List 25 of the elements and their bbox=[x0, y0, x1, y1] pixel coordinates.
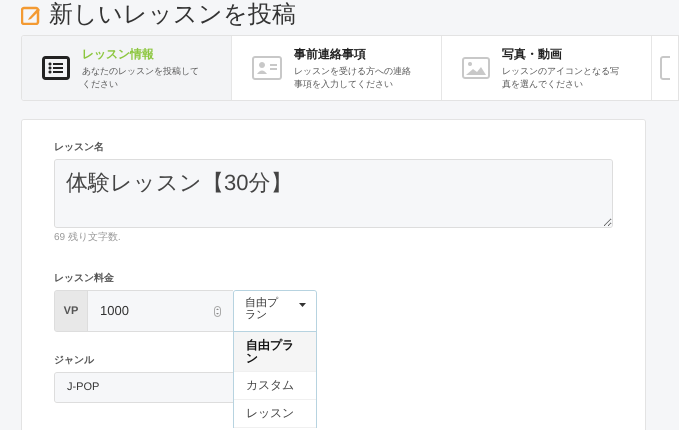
step-title: 写真・動画 bbox=[502, 46, 563, 63]
lesson-name-field[interactable]: 体験レッスン【30分】 bbox=[54, 159, 613, 228]
price-value: 1000 bbox=[100, 302, 129, 320]
step-description: レッスンのアイコンとなる写真を選んでください bbox=[502, 65, 620, 91]
step-description: あなたのレッスンを投稿してください bbox=[82, 65, 200, 91]
caret-icon bbox=[299, 303, 306, 307]
document-icon bbox=[660, 56, 670, 80]
dropdown-option[interactable]: 自由プラン bbox=[234, 332, 316, 372]
list-icon bbox=[42, 56, 70, 80]
image-icon bbox=[462, 57, 490, 79]
field-label: レッスン料金 bbox=[54, 272, 114, 286]
currency-addon: VP bbox=[54, 290, 88, 332]
page-title: 新しいレッスンを投稿 bbox=[49, 3, 296, 27]
step-tab[interactable]: レッスン情報 あなたのレッスンを投稿してください bbox=[22, 36, 232, 100]
step-title: レッスン情報 bbox=[82, 46, 155, 63]
step-title: 事前連絡事項 bbox=[294, 46, 367, 63]
character-counter: 69 残り文字数. bbox=[54, 230, 122, 245]
edit-icon bbox=[21, 5, 41, 25]
field-label: ジャンル bbox=[54, 354, 94, 368]
step-description: レッスンを受ける方への連絡事項を入力してください bbox=[294, 65, 412, 91]
price-field[interactable]: 1000 bbox=[88, 290, 233, 332]
field-label: レッスン名 bbox=[54, 140, 104, 155]
plan-select[interactable]: 自由プラン bbox=[233, 290, 317, 332]
contact-card-icon bbox=[252, 56, 282, 80]
spinner-icon[interactable] bbox=[214, 306, 221, 316]
